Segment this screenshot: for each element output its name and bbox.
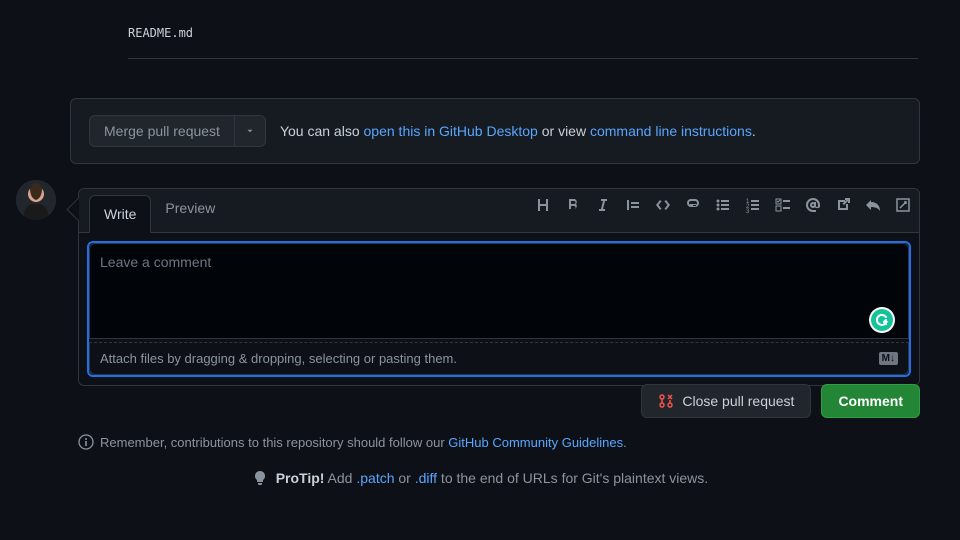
link-icon[interactable] <box>685 197 701 213</box>
quote-icon[interactable] <box>625 197 641 213</box>
tab-write[interactable]: Write <box>89 195 151 233</box>
suggestion-icon[interactable] <box>895 197 911 213</box>
git-pull-request-closed-icon <box>658 393 674 409</box>
attach-bar[interactable]: Attach files by dragging & dropping, sel… <box>89 342 909 375</box>
file-name-label: README.md <box>128 26 193 40</box>
italic-icon[interactable] <box>595 197 611 213</box>
heading-icon[interactable] <box>535 197 551 213</box>
numbered-list-icon[interactable]: 123 <box>745 197 761 213</box>
merge-pull-request-button[interactable]: Merge pull request <box>89 115 235 147</box>
merge-dropdown-button[interactable] <box>235 115 266 147</box>
patch-link[interactable]: .patch <box>356 470 394 486</box>
merge-panel: Merge pull request You can also open thi… <box>70 98 920 164</box>
markdown-toolbar: 123 <box>535 197 911 213</box>
comment-actions: Close pull request Comment <box>78 384 920 418</box>
comment-tab-bar: Write Preview 123 <box>79 189 919 233</box>
open-desktop-link[interactable]: open this in GitHub Desktop <box>364 123 538 139</box>
comment-textarea[interactable] <box>89 243 909 339</box>
caret-down-icon <box>245 126 255 136</box>
lightbulb-icon <box>252 470 268 486</box>
code-icon[interactable] <box>655 197 671 213</box>
bold-icon[interactable] <box>565 197 581 213</box>
mention-icon[interactable] <box>805 197 821 213</box>
comment-field-wrapper: Attach files by dragging & dropping, sel… <box>87 241 911 377</box>
grammarly-icon[interactable] <box>869 307 895 336</box>
changed-file-header: README.md <box>128 24 920 59</box>
tab-preview[interactable]: Preview <box>151 190 229 232</box>
protip: ProTip! Add .patch or .diff to the end o… <box>0 470 960 486</box>
svg-text:3: 3 <box>746 209 750 213</box>
close-pull-request-button[interactable]: Close pull request <box>641 384 811 418</box>
attach-hint: Attach files by dragging & dropping, sel… <box>100 351 457 366</box>
comment-button[interactable]: Comment <box>821 384 920 418</box>
diff-link[interactable]: .diff <box>415 470 437 486</box>
info-icon <box>78 434 94 450</box>
guidelines-note: Remember, contributions to this reposito… <box>78 434 920 450</box>
bullet-list-icon[interactable] <box>715 197 731 213</box>
cross-reference-icon[interactable] <box>835 197 851 213</box>
reply-icon[interactable] <box>865 197 881 213</box>
cli-instructions-link[interactable]: command line instructions <box>590 123 752 139</box>
task-list-icon[interactable] <box>775 197 791 213</box>
markdown-badge-icon[interactable]: M↓ <box>879 352 898 365</box>
divider <box>128 58 918 59</box>
merge-help-text: You can also open this in GitHub Desktop… <box>280 123 756 139</box>
community-guidelines-link[interactable]: GitHub Community Guidelines <box>448 435 623 450</box>
merge-button-group: Merge pull request <box>89 115 266 147</box>
avatar[interactable] <box>16 180 56 220</box>
comment-composer: Write Preview 123 Attach files by <box>78 188 920 386</box>
